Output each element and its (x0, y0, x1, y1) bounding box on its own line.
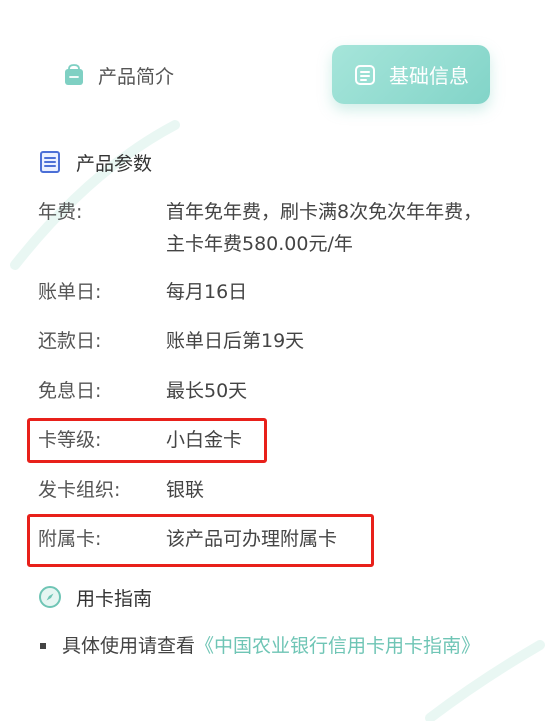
highlight-box-card-level (27, 418, 267, 463)
param-label: 年费: (38, 201, 83, 223)
param-label: 还款日: (38, 330, 102, 352)
guide-section-title: 用卡指南 (38, 582, 152, 612)
guide-text: 具体使用请查看《中国农业银行信用卡用卡指南》 (62, 630, 508, 662)
tab-product-intro[interactable]: 产品简介 (62, 55, 174, 95)
guide-link[interactable]: 《中国农业银行信用卡用卡指南》 (195, 635, 480, 657)
param-value: 银联 (166, 479, 205, 501)
params-section-label: 产品参数 (76, 152, 153, 175)
param-value: 最长50天 (166, 380, 248, 402)
document-icon (353, 63, 377, 87)
param-label: 账单日: (38, 281, 102, 303)
param-value: 账单日后第19天 (166, 330, 305, 352)
shopping-bag-icon (62, 63, 86, 87)
bullet-icon (40, 643, 46, 649)
tab-bar: 产品简介 基础信息 (0, 0, 554, 120)
compass-icon (38, 585, 62, 609)
param-value: 首年免年费，刷卡满8次免次年年费，主卡年费580.00元/年 (166, 201, 483, 255)
tab-basic-info[interactable]: 基础信息 (332, 45, 490, 104)
list-icon (38, 150, 62, 174)
tab-basic-info-label: 基础信息 (389, 64, 469, 88)
param-label: 免息日: (38, 380, 102, 402)
highlight-box-supplementary-card (27, 514, 374, 567)
param-value: 每月16日 (166, 281, 248, 303)
params-section-title: 产品参数 (38, 147, 152, 177)
param-label: 发卡组织: (38, 479, 121, 501)
guide-section-label: 用卡指南 (76, 587, 153, 610)
guide-prefix: 具体使用请查看 (62, 635, 196, 657)
tab-product-intro-label: 产品简介 (98, 65, 175, 88)
